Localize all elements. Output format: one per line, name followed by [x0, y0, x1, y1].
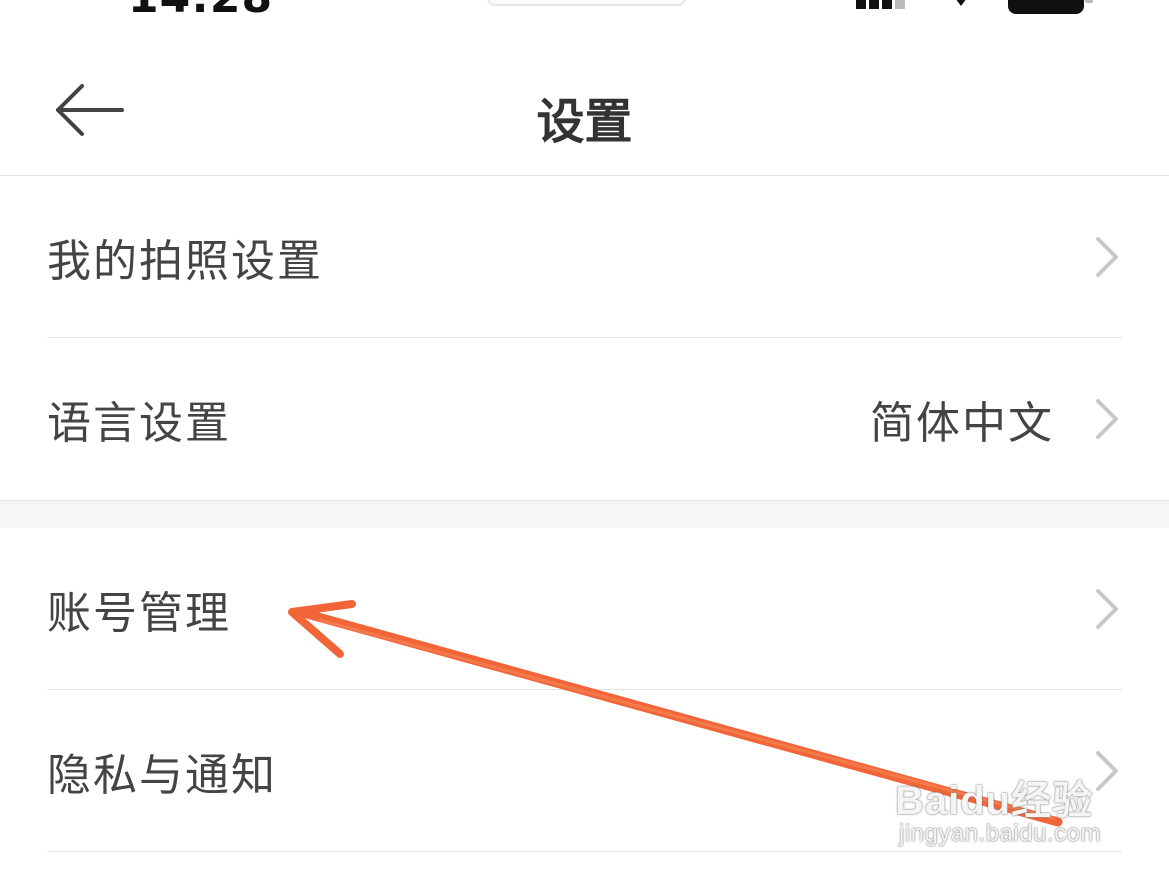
chevron-right-icon: [1096, 588, 1118, 629]
settings-item-label: 账号管理: [47, 587, 231, 639]
chevron-right-icon: [1096, 398, 1118, 439]
battery-icon: [1008, 0, 1093, 14]
watermark-url: jingyan.baidu.com: [899, 820, 1101, 847]
baidu-watermark: Baidu经验 jingyan.baidu.com: [895, 748, 1125, 858]
status-bar: 14:28: [0, 0, 1169, 30]
watermark-logo: Baidu经验: [895, 779, 1094, 823]
chevron-right-icon: [1096, 236, 1118, 277]
settings-item-label: 隐私与通知: [47, 749, 277, 801]
settings-item-camera[interactable]: 我的拍照设置: [47, 176, 1122, 338]
wifi-icon: [956, 0, 966, 6]
navigation-bar: 设置: [0, 50, 1169, 176]
group-separator: [0, 500, 1169, 529]
settings-item-language[interactable]: 语言设置 简体中文: [47, 338, 1122, 499]
language-value: 简体中文: [870, 397, 1054, 449]
status-time: 14:28: [128, 0, 273, 23]
settings-item-label: 语言设置: [47, 397, 231, 449]
settings-item-label: 我的拍照设置: [47, 235, 323, 287]
dynamic-island: [487, 0, 686, 6]
settings-screen: 14:28 设置 我的拍照设置 语言设置 简体中文: [0, 0, 1169, 877]
page-title: 设置: [536, 94, 633, 150]
signal-icon: [856, 0, 908, 19]
settings-group-1: 我的拍照设置 语言设置 简体中文: [0, 176, 1169, 500]
settings-item-account[interactable]: 账号管理: [47, 528, 1122, 690]
